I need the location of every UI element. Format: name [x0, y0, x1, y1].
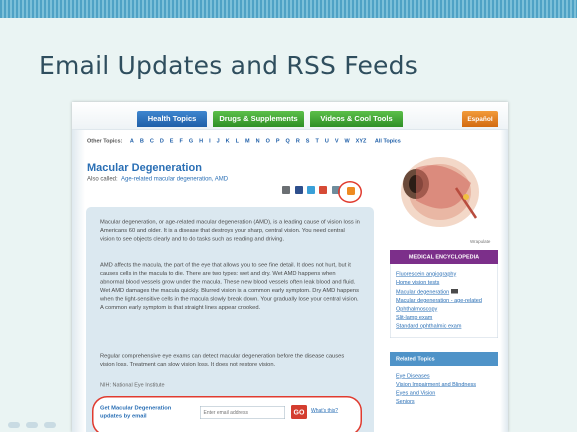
topic-letter-link[interactable]: B — [140, 138, 144, 144]
related-topics-header: Related Topics — [390, 352, 498, 366]
top-stripe — [0, 0, 577, 18]
topic-letter-link[interactable]: O — [266, 138, 270, 144]
topic-letter-link[interactable]: N — [256, 138, 260, 144]
source-credit: NIH: National Eye Institute — [100, 382, 165, 388]
topic-letter-link[interactable]: M — [245, 138, 250, 144]
summary-paragraph-2: AMD affects the macula, the part of the … — [100, 262, 359, 311]
tab-health-topics[interactable]: Health Topics — [137, 111, 207, 127]
encyclopedia-link[interactable]: Standard ophthalmic exam — [396, 322, 496, 331]
topic-letter-link[interactable]: I — [209, 138, 211, 144]
topic-letter-link[interactable]: G — [189, 138, 193, 144]
right-shade — [500, 102, 508, 432]
topic-letter-link[interactable]: V — [335, 138, 339, 144]
topic-letter-link[interactable]: K — [226, 138, 230, 144]
topic-letter-link[interactable]: E — [170, 138, 174, 144]
topic-letter-link[interactable]: S — [306, 138, 310, 144]
topic-letter-link[interactable]: U — [325, 138, 329, 144]
whats-this-link[interactable]: What's this? — [311, 408, 338, 414]
decor-dot — [8, 422, 20, 428]
topics-label: Other Topics: — [87, 138, 123, 144]
related-topic-link[interactable]: Eye Diseases — [396, 372, 496, 381]
facebook-icon[interactable] — [295, 186, 303, 194]
decor-dot — [26, 422, 38, 428]
related-topic-link[interactable]: Vision Impairment and Blindness — [396, 381, 496, 390]
slide-title: Email Updates and RSS Feeds — [39, 51, 418, 80]
summary-paragraph-3: Regular comprehensive eye exams can dete… — [100, 353, 345, 368]
website-canvas: Health Topics Drugs & Supplements Videos… — [72, 102, 508, 432]
also-called: Also called: Age-related macular degener… — [87, 175, 228, 182]
topic-letter-link[interactable]: A — [130, 138, 134, 144]
encyclopedia-header: MEDICAL ENCYCLOPEDIA — [390, 250, 498, 264]
decor-dot — [44, 422, 56, 428]
page-title: Macular Degeneration — [87, 161, 202, 174]
encyclopedia-link[interactable]: Fluorescein angiography — [396, 270, 496, 279]
image-label: Wrapulate — [470, 239, 491, 244]
tab-drugs-supplements[interactable]: Drugs & Supplements — [213, 111, 304, 127]
encyclopedia-link[interactable]: Macular degeneration - age-related — [396, 297, 496, 306]
encyclopedia-link-row: Macular degeneration — [396, 287, 496, 297]
eye-anatomy-image — [401, 157, 479, 227]
encyclopedia-link[interactable]: Home vision tests — [396, 279, 496, 288]
topic-letter-link[interactable]: C — [150, 138, 154, 144]
left-shade — [72, 102, 85, 432]
topics-letters: A B C D E F G H I J K L M N O P Q R S T U V W XYZ — [130, 138, 373, 144]
encyclopedia-link[interactable]: Slit-lamp exam — [396, 314, 496, 323]
encyclopedia-link[interactable]: Ophthalmoscopy — [396, 305, 496, 314]
nav-bar: Health Topics Drugs & Supplements Videos… — [72, 102, 508, 130]
website-screenshot: Health Topics Drugs & Supplements Videos… — [72, 102, 508, 432]
tab-videos-cool-tools[interactable]: Videos & Cool Tools — [310, 111, 403, 127]
related-topics-links: Eye Diseases Vision Impairment and Blind… — [396, 372, 496, 406]
encyclopedia-links: Fluorescein angiography Home vision test… — [396, 270, 496, 331]
bottom-decoration — [0, 414, 577, 432]
video-camera-icon — [451, 289, 459, 294]
related-topic-link[interactable]: Seniors — [396, 398, 496, 407]
print-icon[interactable] — [282, 186, 290, 194]
topic-letter-link[interactable]: W — [344, 138, 349, 144]
topic-letter-link[interactable]: XYZ — [356, 138, 367, 144]
topic-letter-link[interactable]: D — [160, 138, 164, 144]
also-called-value: Age-related macular degeneration, AMD — [121, 175, 229, 182]
topics-alphabet-row: Other Topics: A B C D E F G H I J K L M N O P Q R S T U V W XYZ… — [87, 138, 401, 150]
also-called-label: Also called: — [87, 175, 118, 182]
topic-letter-link[interactable]: P — [276, 138, 280, 144]
summary-paragraph-1: Macular degeneration, or age-related mac… — [100, 219, 360, 242]
related-topic-link[interactable]: Eyes and Vision — [396, 389, 496, 398]
topic-letter-link[interactable]: Q — [286, 138, 290, 144]
rss-highlight-circle — [338, 181, 362, 203]
twitter-icon[interactable] — [307, 186, 315, 194]
topic-letter-link[interactable]: H — [199, 138, 203, 144]
topic-letter-link[interactable]: T — [315, 138, 318, 144]
all-topics-link[interactable]: All Topics — [375, 138, 401, 144]
encyclopedia-link[interactable]: Macular degeneration — [396, 289, 449, 295]
google-plus-icon[interactable] — [319, 186, 327, 194]
topic-letter-link[interactable]: F — [179, 138, 182, 144]
tab-espanol[interactable]: Español — [462, 111, 498, 127]
topic-letter-link[interactable]: J — [217, 138, 220, 144]
topic-letter-link[interactable]: L — [236, 138, 239, 144]
topic-letter-link[interactable]: R — [296, 138, 300, 144]
